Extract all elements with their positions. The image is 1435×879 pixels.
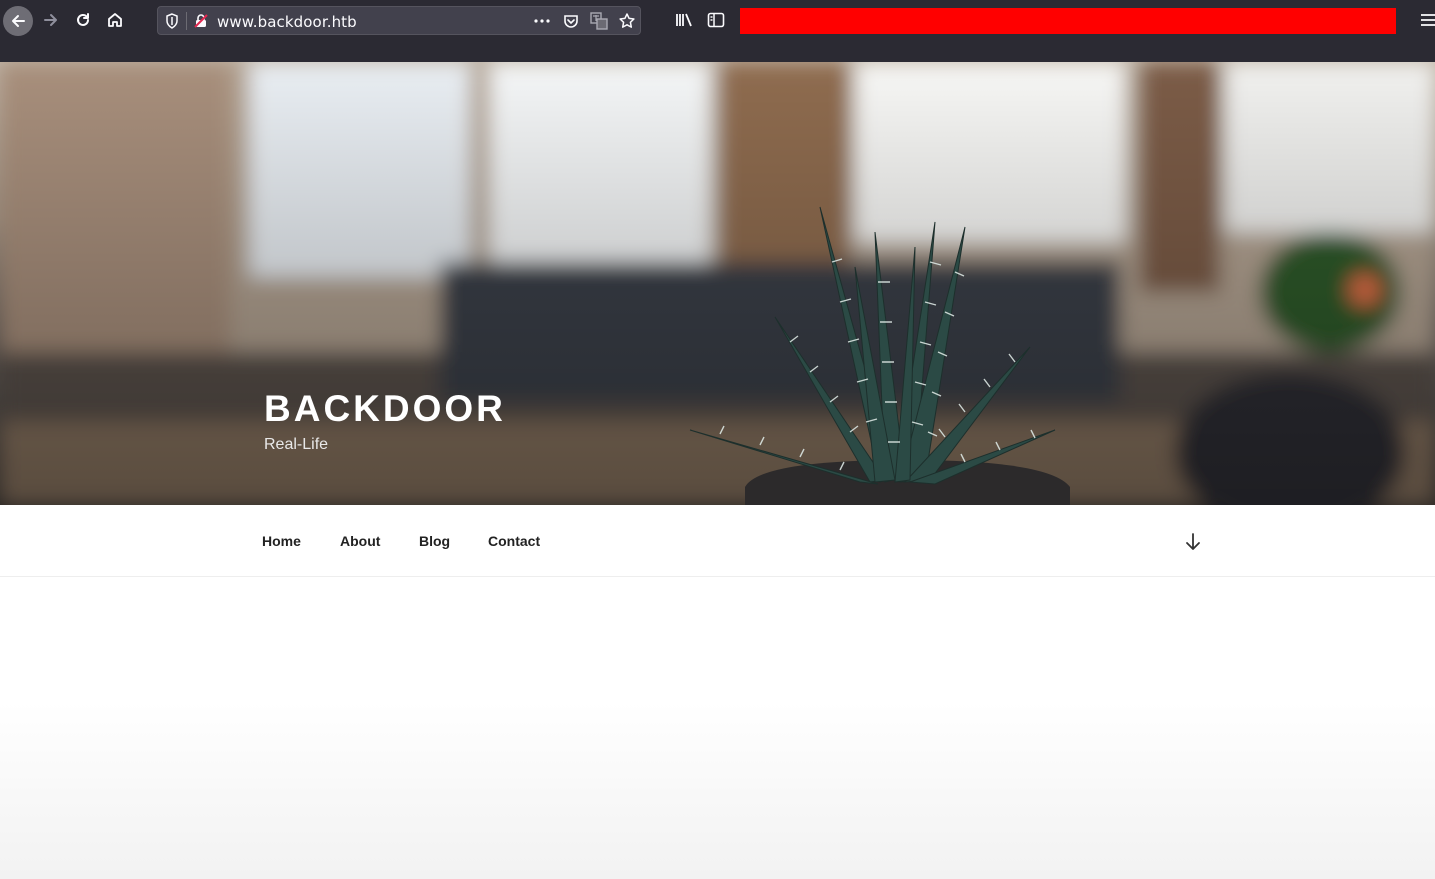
reload-button[interactable]	[68, 5, 98, 35]
nav-item-home[interactable]: Home	[262, 533, 301, 549]
web-page: BACKDOOR Real-Life Home About Blog Conta…	[0, 62, 1435, 879]
forward-arrow-icon	[42, 11, 60, 29]
arrow-down-icon[interactable]	[1184, 532, 1202, 552]
url-bar[interactable]: www.backdoor.htb	[157, 6, 641, 35]
url-text[interactable]: www.backdoor.htb	[217, 13, 357, 31]
url-separator	[186, 12, 187, 30]
nav-item-contact[interactable]: Contact	[488, 533, 540, 549]
reload-icon	[74, 11, 92, 29]
library-button[interactable]	[669, 5, 699, 35]
insecure-lock-icon[interactable]	[192, 12, 210, 30]
nav-item-about[interactable]: About	[340, 533, 380, 549]
toolbar-bottom-strip	[0, 42, 1435, 62]
succulent-photo	[0, 62, 1435, 505]
forward-button[interactable]	[36, 5, 66, 35]
sidebar-icon	[707, 12, 725, 28]
redacted-toolbar-area	[740, 8, 1396, 34]
pocket-icon[interactable]	[562, 12, 580, 30]
home-button[interactable]	[100, 5, 130, 35]
sidebar-button[interactable]	[701, 5, 731, 35]
site-tagline: Real-Life	[264, 436, 329, 453]
hamburger-menu-icon	[1420, 13, 1435, 27]
shield-icon[interactable]	[163, 12, 181, 30]
nav-item-blog[interactable]: Blog	[419, 533, 450, 549]
back-button[interactable]	[3, 6, 33, 36]
translate-icon[interactable]	[590, 12, 608, 30]
header-hero-image: BACKDOOR Real-Life	[0, 62, 1435, 505]
browser-toolbar: www.backdoor.htb	[0, 0, 1435, 43]
more-dots-icon[interactable]	[533, 12, 551, 30]
library-icon	[675, 12, 693, 28]
home-icon	[106, 11, 124, 29]
menu-button[interactable]	[1413, 5, 1435, 35]
back-arrow-icon	[9, 12, 27, 30]
main-navigation: Home About Blog Contact	[0, 505, 1435, 577]
bookmark-star-icon[interactable]	[618, 12, 636, 30]
site-title[interactable]: BACKDOOR	[264, 388, 506, 430]
